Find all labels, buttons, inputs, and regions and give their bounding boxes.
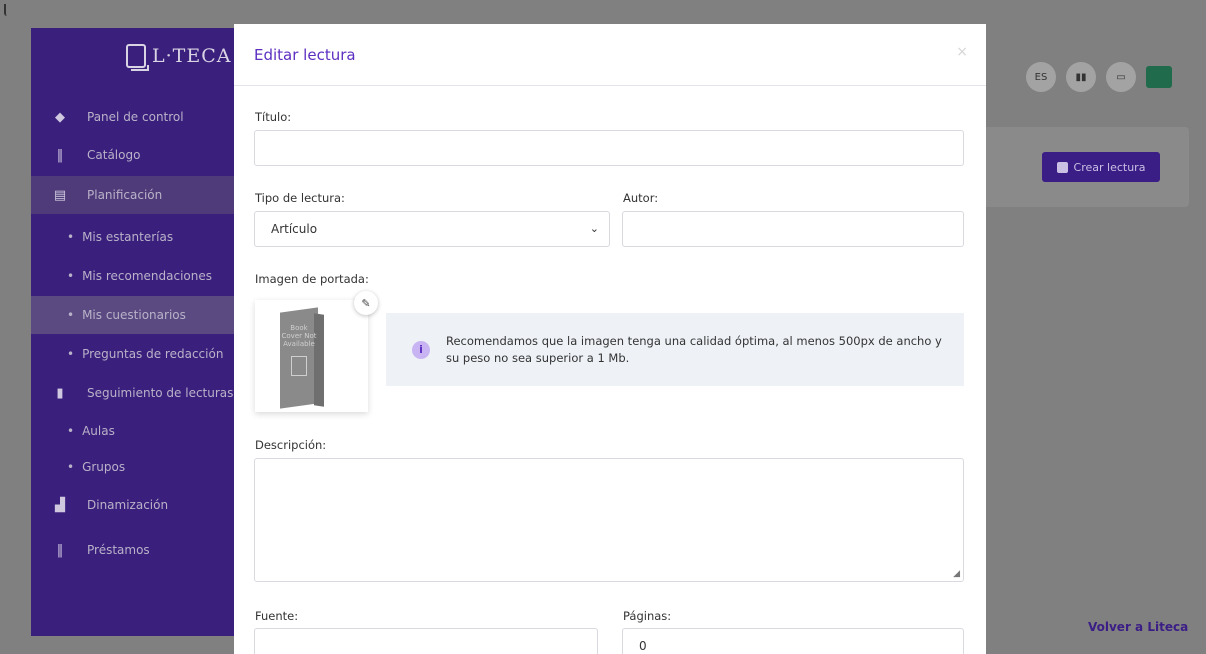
messages-button[interactable]: ▭ [1106, 62, 1136, 92]
pencil-icon: ✎ [361, 296, 371, 310]
bullet-icon: • [67, 308, 75, 322]
sidebar-item-seguimiento[interactable]: ▮ Seguimiento de lecturas [31, 374, 234, 412]
bullet-icon: • [67, 347, 75, 361]
user-avatar[interactable] [1146, 66, 1172, 88]
corner-mark [4, 4, 7, 16]
volver-a-liteca-link[interactable]: Volver a Liteca [1088, 620, 1188, 634]
autor-input[interactable] [622, 211, 964, 247]
sidebar-item-label: Planificación [87, 188, 163, 202]
descripcion-textarea[interactable]: ◢ [254, 458, 964, 582]
sidebar-item-label: Mis cuestionarios [82, 308, 186, 322]
sidebar: L·TECA ◆ Panel de control ‖ Catálogo ▤ P… [31, 28, 234, 636]
book-logo-icon [126, 44, 149, 71]
tipo-lectura-label: Tipo de lectura: [255, 191, 345, 205]
sidebar-item-recomendaciones[interactable]: • Mis recomendaciones [31, 257, 234, 295]
sidebar-item-label: Mis estanterías [82, 230, 174, 244]
language-button[interactable]: ES [1026, 62, 1056, 92]
chat-icon: ▭ [1116, 71, 1126, 83]
tipo-lectura-value: Artículo [271, 222, 318, 236]
imagen-portada-label: Imagen de portada: [255, 272, 369, 286]
books-icon: ‖ [56, 542, 64, 558]
sidebar-item-panel[interactable]: ◆ Panel de control [31, 98, 234, 136]
image-info-box: i Recomendamos que la imagen tenga una c… [386, 313, 964, 386]
descripcion-label: Descripción: [255, 438, 327, 452]
titulo-label: Título: [255, 110, 292, 124]
sidebar-item-label: Grupos [82, 460, 126, 474]
steps-icon: ▟ [55, 497, 65, 513]
bar-chart-icon: ▮▮ [1075, 71, 1087, 83]
sidebar-item-label: Préstamos [87, 543, 150, 557]
book-icon [1056, 161, 1068, 173]
crear-lectura-label: Crear lectura [1073, 160, 1146, 174]
fuente-label: Fuente: [255, 609, 299, 623]
bullet-icon: • [67, 230, 75, 244]
sidebar-item-cuestionarios[interactable]: • Mis cuestionarios [31, 296, 234, 334]
modal-title: Editar lectura [254, 45, 356, 64]
paginas-input[interactable]: 0 [622, 628, 964, 654]
cover-placeholder-text: Book Cover Not Available [281, 324, 317, 348]
diamond-icon: ◆ [55, 109, 65, 125]
edit-reading-modal: Editar lectura × Título: Tipo de lectura… [234, 24, 986, 654]
fuente-input[interactable] [254, 628, 598, 654]
bullet-icon: • [67, 460, 75, 474]
sidebar-item-label: Aulas [82, 424, 115, 438]
sidebar-item-estanterias[interactable]: • Mis estanterías [31, 218, 234, 256]
stats-button[interactable]: ▮▮ [1066, 62, 1096, 92]
sidebar-item-planificacion[interactable]: ▤ Planificación [31, 176, 234, 214]
language-label: ES [1034, 71, 1048, 83]
sidebar-item-aulas[interactable]: • Aulas [31, 412, 234, 450]
sidebar-item-label: Preguntas de redacción [82, 347, 224, 361]
cover-image[interactable]: Book Cover Not Available [255, 300, 368, 412]
document-icon: ▤ [53, 187, 67, 203]
books-icon: ‖ [56, 147, 64, 163]
sidebar-item-label: Dinamización [87, 498, 169, 512]
close-icon[interactable]: × [956, 44, 968, 60]
top-right-controls: ES ▮▮ ▭ [1026, 62, 1172, 92]
crear-lectura-button[interactable]: Crear lectura [1042, 152, 1160, 182]
image-info-text: Recomendamos que la imagen tenga una cal… [446, 333, 942, 365]
sidebar-item-label: Catálogo [87, 148, 141, 162]
paginas-label: Páginas: [623, 609, 672, 623]
sidebar-item-redaccion[interactable]: • Preguntas de redacción [31, 335, 234, 373]
info-icon: i [412, 340, 430, 359]
edit-cover-button[interactable]: ✎ [354, 291, 378, 315]
sidebar-item-label: Seguimiento de lecturas [87, 386, 234, 400]
tipo-lectura-select[interactable]: Artículo ⌄ [254, 211, 610, 247]
bar-chart-icon: ▮ [56, 385, 64, 401]
autor-label: Autor: [623, 191, 659, 205]
sidebar-item-prestamos[interactable]: ‖ Préstamos [31, 531, 234, 569]
modal-header: Editar lectura × [234, 24, 986, 86]
liteca-logo[interactable]: L·TECA [126, 38, 246, 74]
sidebar-item-catalogo[interactable]: ‖ Catálogo [31, 136, 234, 174]
paginas-value: 0 [639, 639, 647, 653]
sidebar-item-label: Panel de control [87, 110, 184, 124]
titulo-input[interactable] [254, 130, 964, 166]
chevron-down-icon: ⌄ [589, 222, 599, 235]
logo-text: L·TECA [152, 45, 232, 67]
resize-handle-icon[interactable]: ◢ [953, 569, 960, 579]
sidebar-item-label: Mis recomendaciones [82, 269, 212, 283]
bullet-icon: • [67, 424, 75, 438]
sidebar-item-grupos[interactable]: • Grupos [31, 448, 234, 486]
sidebar-item-dinamizacion[interactable]: ▟ Dinamización [31, 486, 234, 524]
bullet-icon: • [67, 269, 75, 283]
cover-rect [291, 356, 307, 376]
